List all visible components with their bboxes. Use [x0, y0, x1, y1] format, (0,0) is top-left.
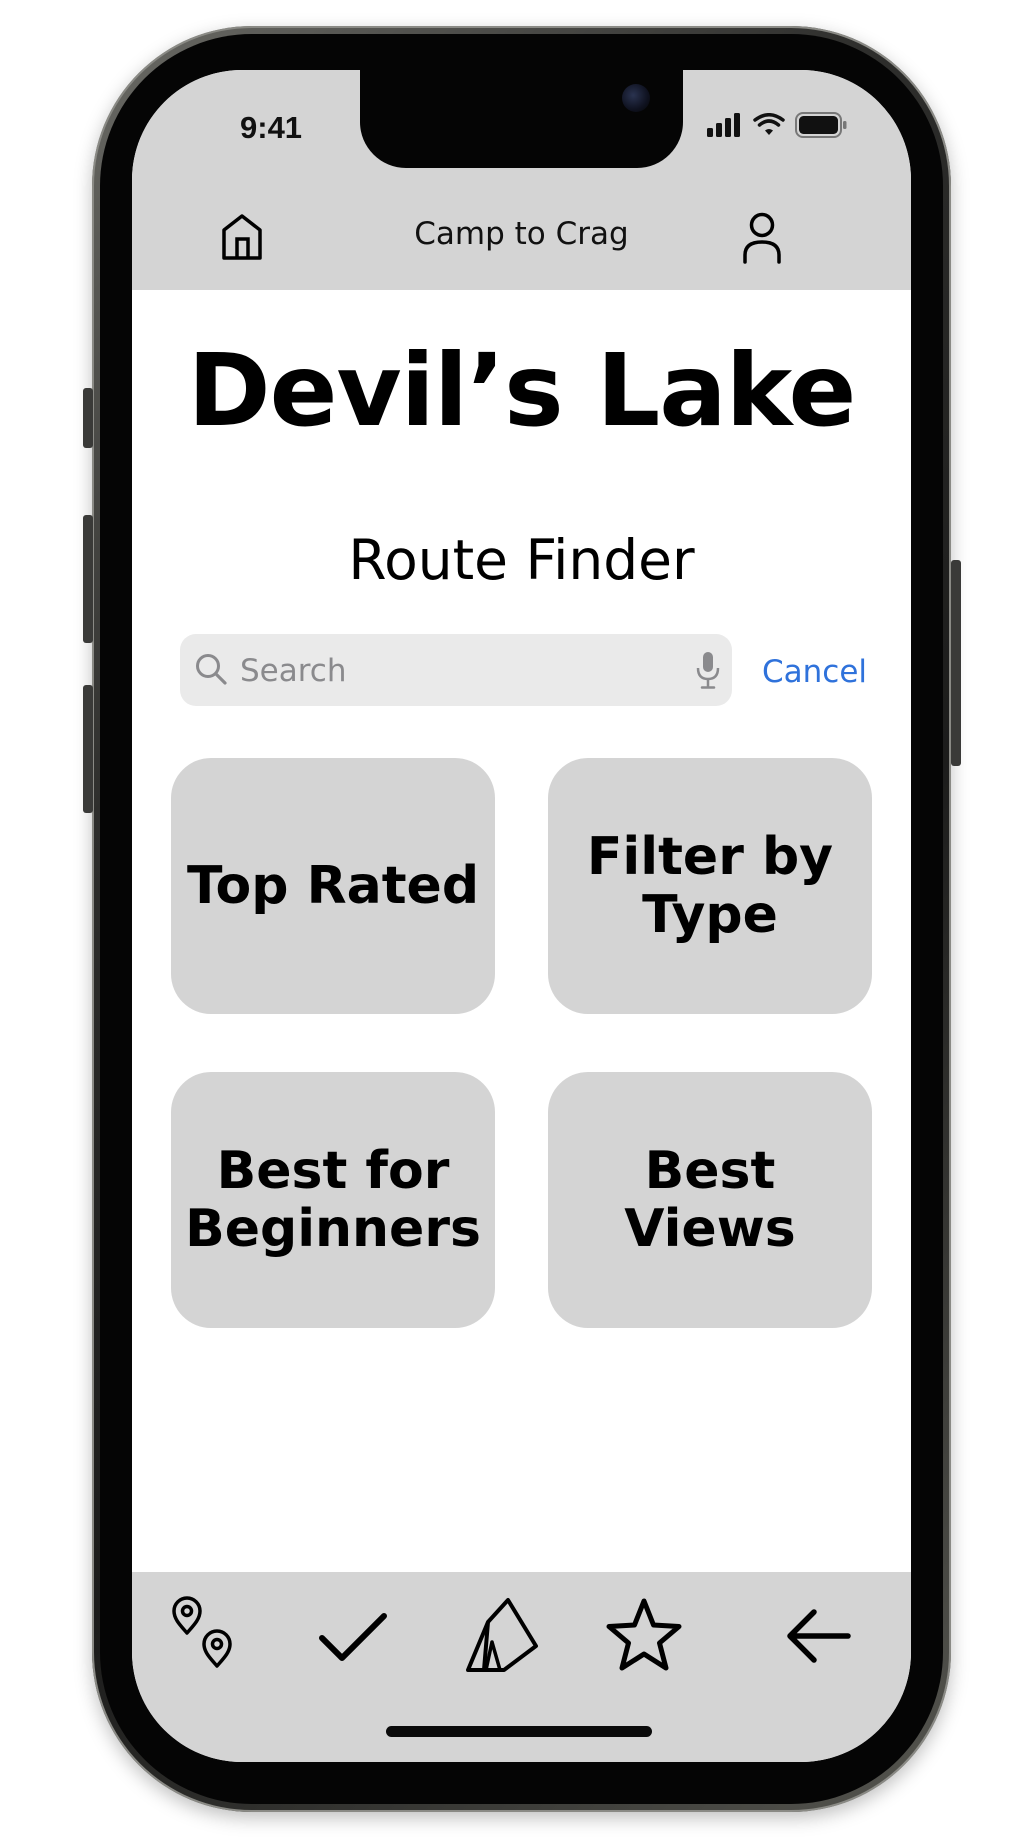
search-input[interactable] [238, 634, 682, 708]
app-screen: 9:41 Camp to Crag Devil’s Lake Route Fin… [132, 70, 911, 1762]
home-indicator[interactable] [386, 1726, 652, 1737]
page-title: Devil’s Lake [187, 332, 857, 449]
volume-up-button [83, 515, 93, 643]
cancel-button[interactable]: Cancel [762, 654, 867, 690]
tent-icon[interactable] [464, 1590, 540, 1674]
search-icon [196, 654, 227, 685]
wifi-icon [753, 113, 785, 135]
checkmark-icon[interactable] [318, 1610, 388, 1666]
status-time: 9:41 [240, 110, 303, 145]
silent-switch [83, 388, 93, 448]
volume-down-button [83, 685, 93, 813]
microphone-icon[interactable] [696, 650, 720, 690]
status-icons [707, 112, 847, 138]
front-camera [622, 84, 650, 112]
user-icon[interactable] [742, 212, 782, 264]
filter-by-type-button[interactable]: Filter by Type [548, 758, 872, 1014]
cellular-signal-icon [707, 113, 740, 137]
search-bar[interactable] [180, 634, 732, 708]
best-views-button[interactable]: Best Views [548, 1072, 872, 1328]
best-for-beginners-button[interactable]: Best for Beginners [171, 1072, 495, 1328]
star-icon[interactable] [602, 1596, 686, 1676]
notch [360, 70, 683, 168]
map-pins-icon[interactable] [170, 1594, 236, 1670]
app-title: Camp to Crag [414, 216, 629, 252]
section-title: Route Finder [348, 528, 695, 592]
power-button [951, 560, 961, 766]
back-arrow-icon[interactable] [784, 1606, 852, 1666]
top-rated-button[interactable]: Top Rated [171, 758, 495, 1014]
battery-icon [795, 112, 847, 138]
